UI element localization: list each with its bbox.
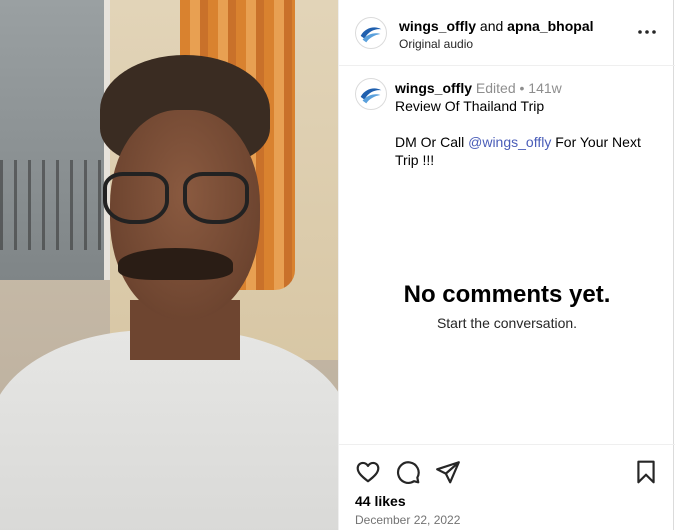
avatar[interactable] [355, 17, 387, 49]
no-comments-title: No comments yet. [403, 281, 611, 308]
window-background [0, 0, 110, 280]
authors-joiner: and [476, 18, 508, 34]
post-age[interactable]: 141w [528, 80, 561, 96]
caption-line-2: DM Or Call @wings_offly For Your Next Tr… [395, 133, 657, 169]
audio-label[interactable]: Original audio [399, 37, 473, 51]
bookmark-icon[interactable] [633, 459, 659, 485]
mustache [118, 248, 233, 280]
post-date[interactable]: December 22, 2022 [355, 513, 460, 527]
edited-label: Edited [472, 80, 516, 96]
more-horizontal-icon[interactable] [637, 24, 657, 40]
post-authors: wings_offly and apna_bhopal [399, 18, 594, 34]
shirt [0, 330, 338, 530]
action-bar: 44 likes December 22, 2022 [339, 444, 675, 530]
caption-text-pre: DM Or Call [395, 134, 469, 150]
caption-avatar[interactable] [355, 78, 387, 110]
comment-icon[interactable] [395, 459, 421, 485]
no-comments-subtitle: Start the conversation. [436, 315, 578, 331]
mention-link[interactable]: @wings_offly [468, 134, 551, 150]
likes-count[interactable]: 44 likes [355, 493, 406, 509]
wings-logo-icon [356, 79, 386, 109]
post-header: wings_offly and apna_bhopal Original aud… [339, 0, 675, 66]
caption-meta: wings_offly Edited • 141w [395, 80, 562, 96]
author-link-apna-bhopal[interactable]: apna_bhopal [507, 18, 593, 34]
caption-line-1: Review Of Thailand Trip [395, 98, 545, 114]
caption-username[interactable]: wings_offly [395, 80, 472, 96]
meta-separator: • [515, 80, 529, 96]
send-icon[interactable] [435, 459, 461, 485]
post-video[interactable] [0, 0, 338, 530]
caption-text: Review Of Thailand Trip DM Or Call @wing… [395, 97, 657, 169]
eyeglasses [103, 172, 253, 227]
author-link-wings-offly[interactable]: wings_offly [399, 18, 476, 34]
post-sidebar: wings_offly and apna_bhopal Original aud… [338, 0, 675, 530]
heart-icon[interactable] [355, 459, 381, 485]
wings-logo-icon [356, 18, 386, 48]
